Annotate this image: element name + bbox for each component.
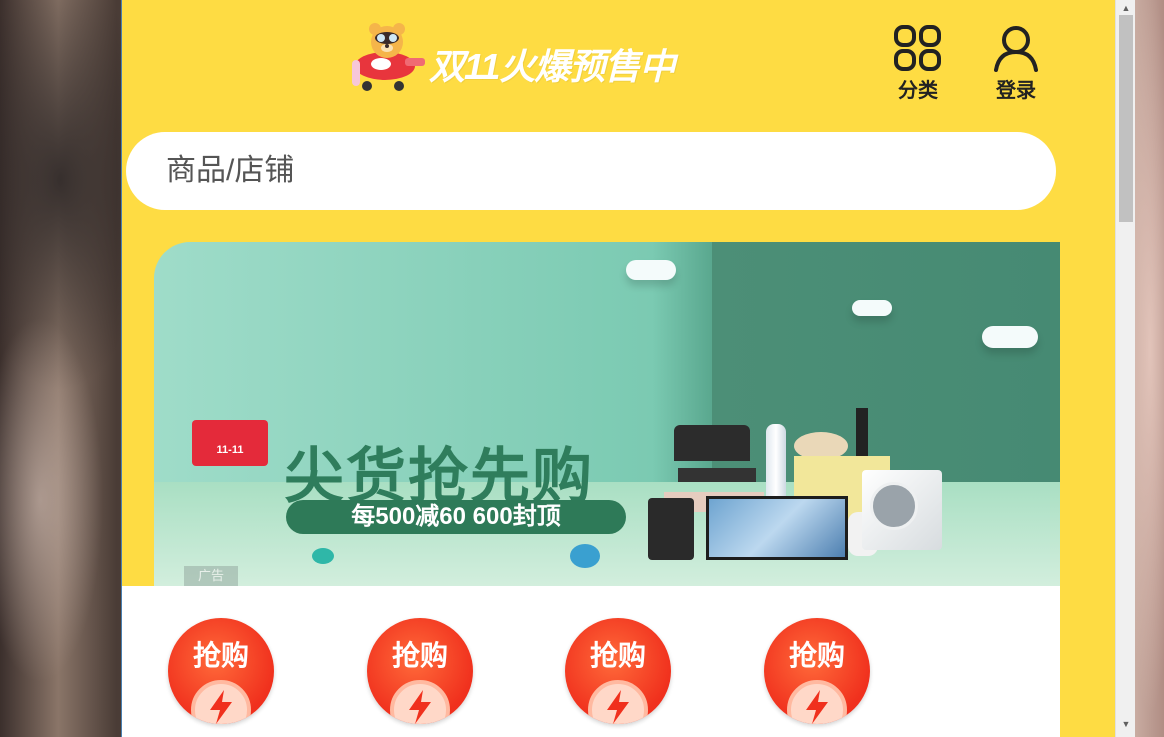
flash-sale-label: 抢购	[192, 640, 249, 671]
ad-label: 广告	[184, 566, 238, 586]
flash-sale-label: 抢购	[788, 640, 845, 671]
flash-sale-button[interactable]: 抢购	[168, 618, 274, 724]
range-hood-icon	[674, 425, 750, 461]
header-logo[interactable]: 双11火爆预售中	[347, 20, 677, 98]
banner-subtitle: 每500减60 600封顶	[286, 500, 626, 534]
washer-door	[870, 482, 918, 530]
lightning-icon	[210, 690, 232, 724]
double-eleven-badge: 11-11	[192, 420, 268, 466]
search-input[interactable]	[126, 132, 1056, 210]
gas-stove-icon	[678, 468, 756, 482]
television-icon	[706, 496, 848, 560]
mobile-page: 双11火爆预售中 分类 登录 11-11 尖货抢先购 每500减60 600封顶	[121, 0, 1116, 737]
logo-text: 双11火爆预售中	[429, 46, 675, 87]
category-label: 分类	[898, 80, 938, 102]
grid-icon	[894, 25, 941, 71]
category-button[interactable]: 分类	[888, 24, 948, 104]
login-label: 登录	[996, 80, 1036, 102]
cloud-icon	[626, 260, 676, 280]
flash-sale-button[interactable]: 抢购	[565, 618, 671, 724]
cloud-icon	[982, 326, 1038, 348]
decor-ball	[570, 544, 600, 568]
water-purifier-icon	[648, 498, 694, 560]
cloud-icon	[852, 300, 892, 316]
lightning-icon	[607, 690, 629, 724]
banner-wall	[712, 242, 1060, 482]
scrollbar-thumb[interactable]	[1119, 15, 1133, 222]
vertical-scrollbar[interactable]: ▲ ▼	[1115, 0, 1135, 737]
flash-sale-label: 抢购	[391, 640, 448, 671]
gimbal-camera-icon	[856, 408, 868, 456]
login-button[interactable]: 登录	[986, 24, 1046, 104]
quick-links: 抢购 抢购 抢购 抢购	[122, 586, 1060, 737]
mascot-plane-icon	[352, 23, 425, 91]
flash-sale-label: 抢购	[589, 640, 646, 671]
flash-sale-button[interactable]: 抢购	[764, 618, 870, 724]
scroll-up-arrow-icon[interactable]: ▲	[1116, 0, 1136, 16]
lightning-icon	[806, 690, 828, 724]
flash-sale-button[interactable]: 抢购	[367, 618, 473, 724]
decor-ball	[312, 548, 334, 564]
lightning-icon	[409, 690, 431, 724]
promo-banner[interactable]: 11-11 尖货抢先购 每500减60 600封顶 广告	[154, 242, 1060, 586]
scroll-down-arrow-icon[interactable]: ▼	[1116, 716, 1136, 732]
user-icon	[994, 26, 1038, 72]
